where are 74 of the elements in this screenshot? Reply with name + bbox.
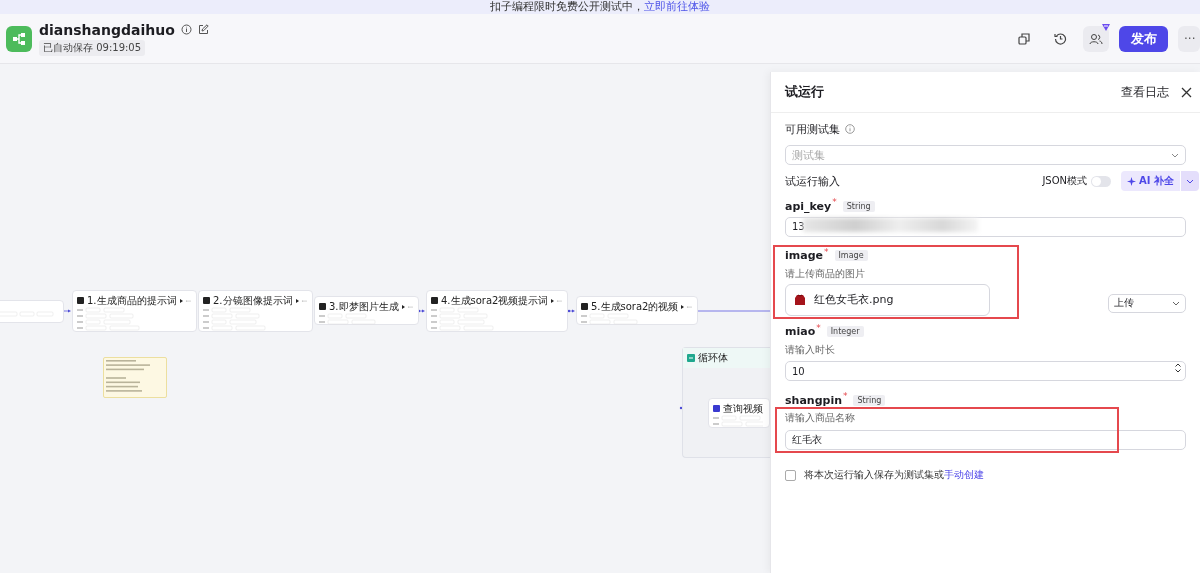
- flow-node[interactable]: 2.分镜图像提示词: [198, 290, 313, 332]
- flow-node[interactable]: 4.生成sora2视频提示词: [426, 290, 569, 332]
- autosave-status: 已自动保存 09:19:05: [39, 39, 146, 56]
- info-icon[interactable]: [180, 24, 192, 35]
- chevron-down-icon: [1171, 152, 1179, 158]
- close-icon[interactable]: [1181, 86, 1192, 98]
- sparkle-icon: [1127, 176, 1137, 186]
- view-log-link[interactable]: 查看日志: [1121, 83, 1169, 101]
- param-name: miao: [785, 325, 816, 338]
- node-title: 3.即梦图片生成: [329, 299, 399, 314]
- node-title: 4.生成sora2视频提示词: [441, 293, 549, 308]
- param-name: image: [785, 249, 823, 262]
- diamond-badge-icon: [1101, 22, 1111, 32]
- type-tag: String: [853, 394, 886, 406]
- people-icon: [1089, 32, 1103, 45]
- param-name: shangpin: [785, 393, 842, 407]
- required-mark: *: [816, 322, 821, 333]
- field-hint: 请上传商品的图片: [785, 266, 866, 281]
- node-details-drawing: [713, 415, 763, 429]
- text-input[interactable]: 红毛衣: [785, 430, 1186, 450]
- stepper-icon[interactable]: [1175, 361, 1181, 374]
- save-checkbox[interactable]: [785, 469, 796, 481]
- banner-text: 扣子编程限时免费公开测试中，: [490, 0, 644, 13]
- publish-button[interactable]: 发布: [1119, 25, 1168, 52]
- manual-create-link[interactable]: 手动创建: [944, 469, 984, 480]
- flow-node[interactable]: 查询视频: [708, 398, 770, 428]
- flow-node[interactable]: 3.即梦图片生成: [314, 296, 419, 325]
- sweater-icon: [794, 293, 806, 306]
- type-tag: Integer: [826, 326, 864, 337]
- type-tag: String: [842, 200, 875, 212]
- chevron-down-icon: [1172, 300, 1180, 306]
- param-name: api_key: [785, 199, 832, 213]
- file-chip[interactable]: 红色女毛衣.png: [785, 283, 990, 316]
- ai-complete-button[interactable]: AI 补全: [1121, 171, 1180, 191]
- upload-select[interactable]: 上传: [1108, 293, 1186, 313]
- required-mark: *: [843, 391, 848, 401]
- app-logo: [6, 25, 32, 52]
- node-title: 2.分镜图像提示词: [213, 293, 293, 308]
- flow-node[interactable]: 5.生成sora2的视频: [576, 296, 699, 325]
- loop-icon: [687, 354, 695, 362]
- json-mode-label: JSON模式: [1042, 174, 1088, 188]
- chevron-down-icon: [1186, 178, 1194, 184]
- node-icon: [77, 297, 84, 304]
- field-hint: 请输入商品名称: [785, 411, 856, 425]
- flow-node[interactable]: 1.生成商品的提示词: [72, 290, 197, 332]
- edit-icon[interactable]: [197, 24, 209, 35]
- banner-link[interactable]: 立即前往体验: [644, 0, 710, 13]
- node-title: 5.生成sora2的视频: [591, 299, 679, 314]
- app-title: dianshangdaihuo: [39, 21, 175, 38]
- node-icon: [713, 405, 720, 412]
- node-icon: [203, 297, 210, 304]
- node-title: 查询视频: [723, 401, 764, 416]
- field-hint: 请输入时长: [785, 342, 836, 357]
- node-icon: [319, 303, 326, 310]
- node-icon: [581, 303, 588, 310]
- loop-title: 循环体: [698, 351, 728, 365]
- json-mode-toggle[interactable]: [1091, 175, 1112, 187]
- info-icon[interactable]: [845, 124, 855, 134]
- copy-icon: [1018, 32, 1030, 45]
- section-label: 可用测试集: [785, 121, 840, 137]
- section-label: 试运行输入: [785, 173, 841, 189]
- node-title: 1.生成商品的提示词: [87, 293, 177, 308]
- flow-node[interactable]: [0, 300, 64, 323]
- file-name: 红色女毛衣.png: [814, 292, 894, 307]
- number-input[interactable]: 10: [785, 361, 1186, 381]
- more-button[interactable]: ···: [1178, 25, 1200, 52]
- collaborators-button[interactable]: [1083, 25, 1109, 52]
- required-mark: *: [832, 197, 837, 207]
- node-icon: [431, 297, 438, 304]
- type-tag: Image: [834, 250, 868, 261]
- panel-title: 试运行: [785, 83, 825, 101]
- history-icon: [1053, 32, 1067, 45]
- save-option-text: 将本次运行输入保存为测试集或手动创建: [804, 468, 984, 482]
- required-mark: *: [824, 246, 829, 257]
